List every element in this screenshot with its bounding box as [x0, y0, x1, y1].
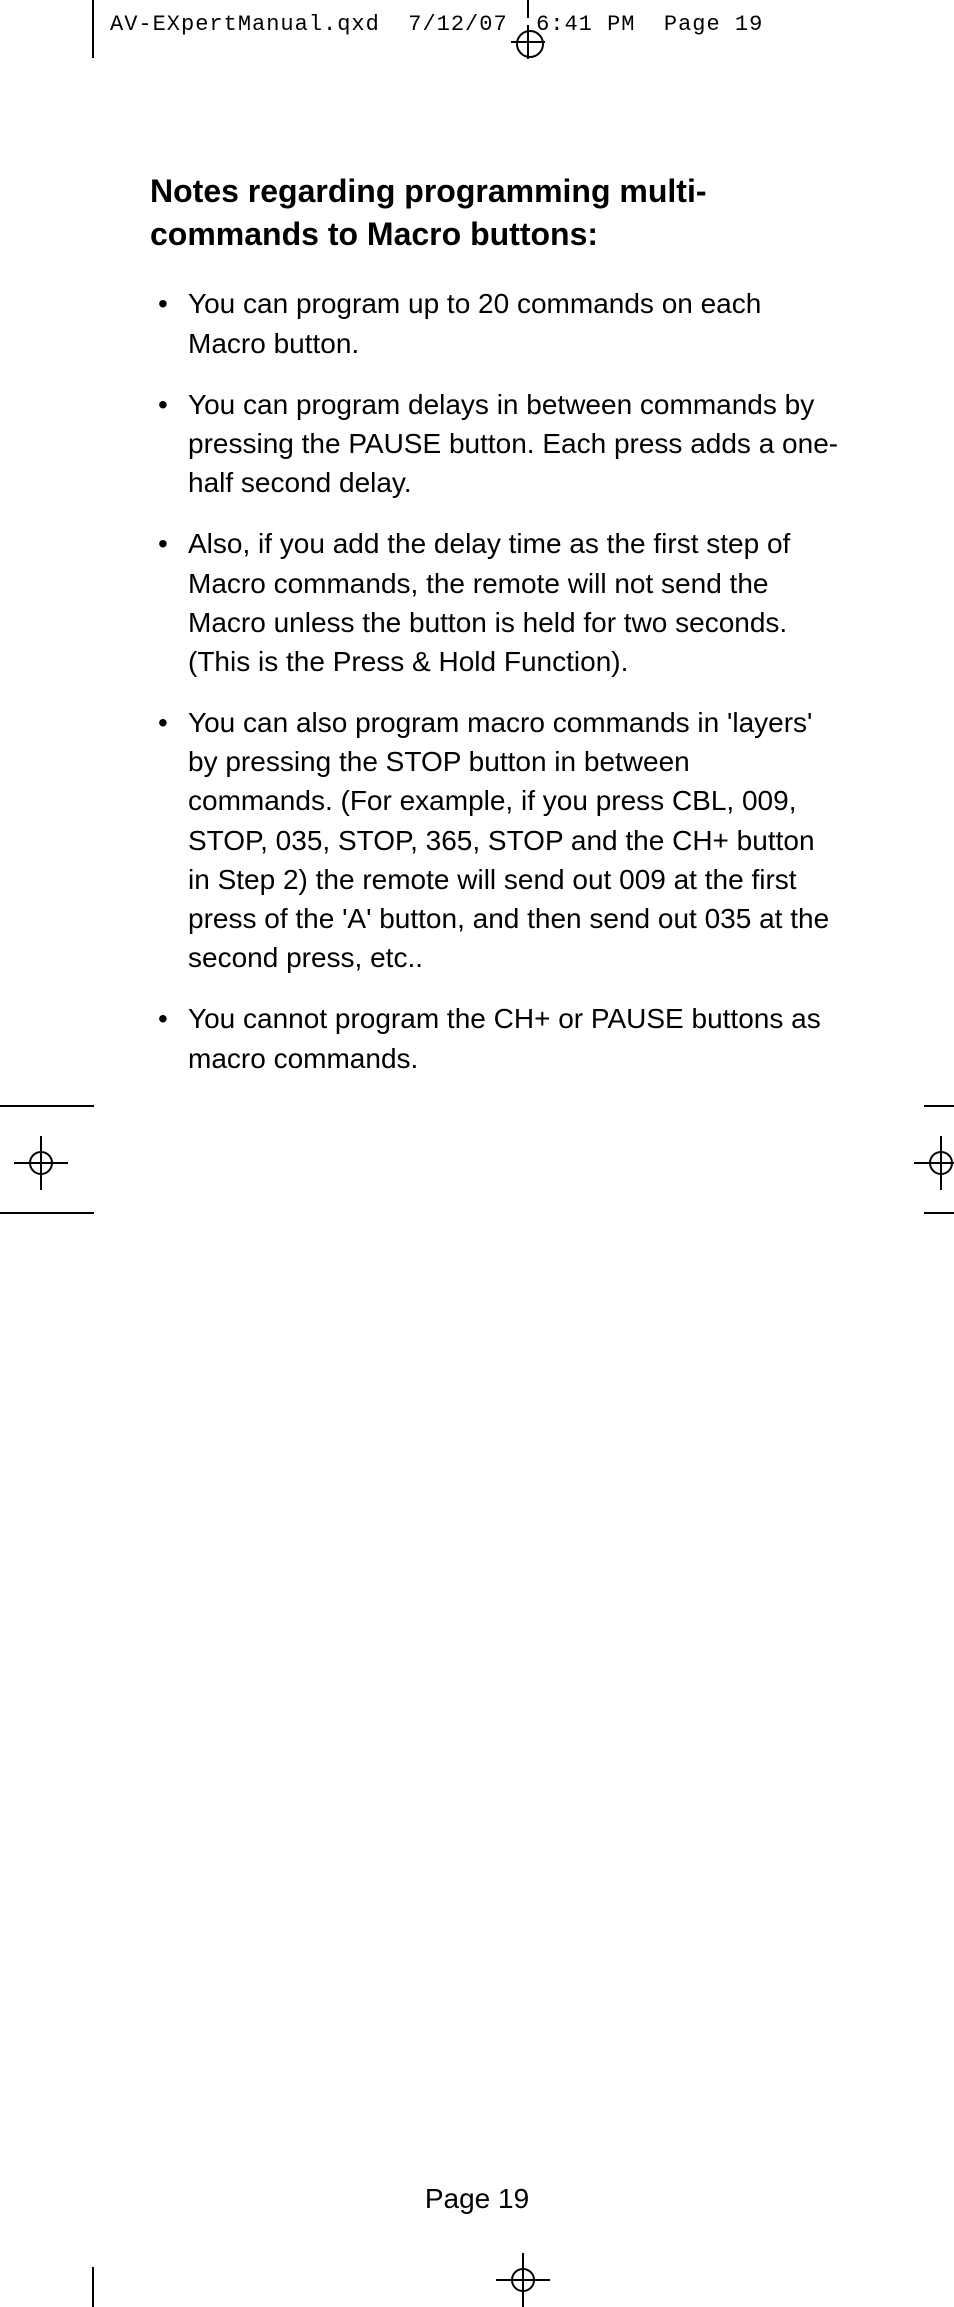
trim-mark: [92, 2267, 94, 2307]
page-number: Page 19: [425, 2183, 529, 2214]
list-item: You can also program macro commands in '…: [150, 703, 840, 977]
trim-mark: [924, 1105, 954, 1107]
trim-mark: [924, 1212, 954, 1214]
registration-mark-bottom: [496, 2253, 550, 2307]
header-date: 7/12/07: [408, 12, 507, 37]
registration-mark-top: [508, 0, 548, 60]
header-time: 6:41 PM: [536, 12, 635, 37]
trim-mark: [0, 1212, 94, 1214]
registration-mark-right: [914, 1136, 954, 1190]
trim-mark: [92, 0, 94, 58]
document-header: AV-EXpertManual.qxd 7/12/07 6:41 PM Page…: [110, 12, 763, 37]
list-item: You can program delays in between comman…: [150, 385, 840, 503]
list-item: Also, if you add the delay time as the f…: [150, 524, 840, 681]
registration-mark-left: [14, 1136, 68, 1190]
section-heading: Notes regarding programming multi-comman…: [150, 170, 840, 256]
list-item: You cannot program the CH+ or PAUSE butt…: [150, 999, 840, 1077]
page-content: Notes regarding programming multi-comman…: [150, 170, 840, 1100]
header-page: Page 19: [664, 12, 763, 37]
trim-mark: [0, 1105, 94, 1107]
page-footer: Page 19: [0, 2183, 954, 2215]
list-item: You can program up to 20 commands on eac…: [150, 284, 840, 362]
notes-list: You can program up to 20 commands on eac…: [150, 284, 840, 1077]
header-filename: AV-EXpertManual.qxd: [110, 12, 380, 37]
